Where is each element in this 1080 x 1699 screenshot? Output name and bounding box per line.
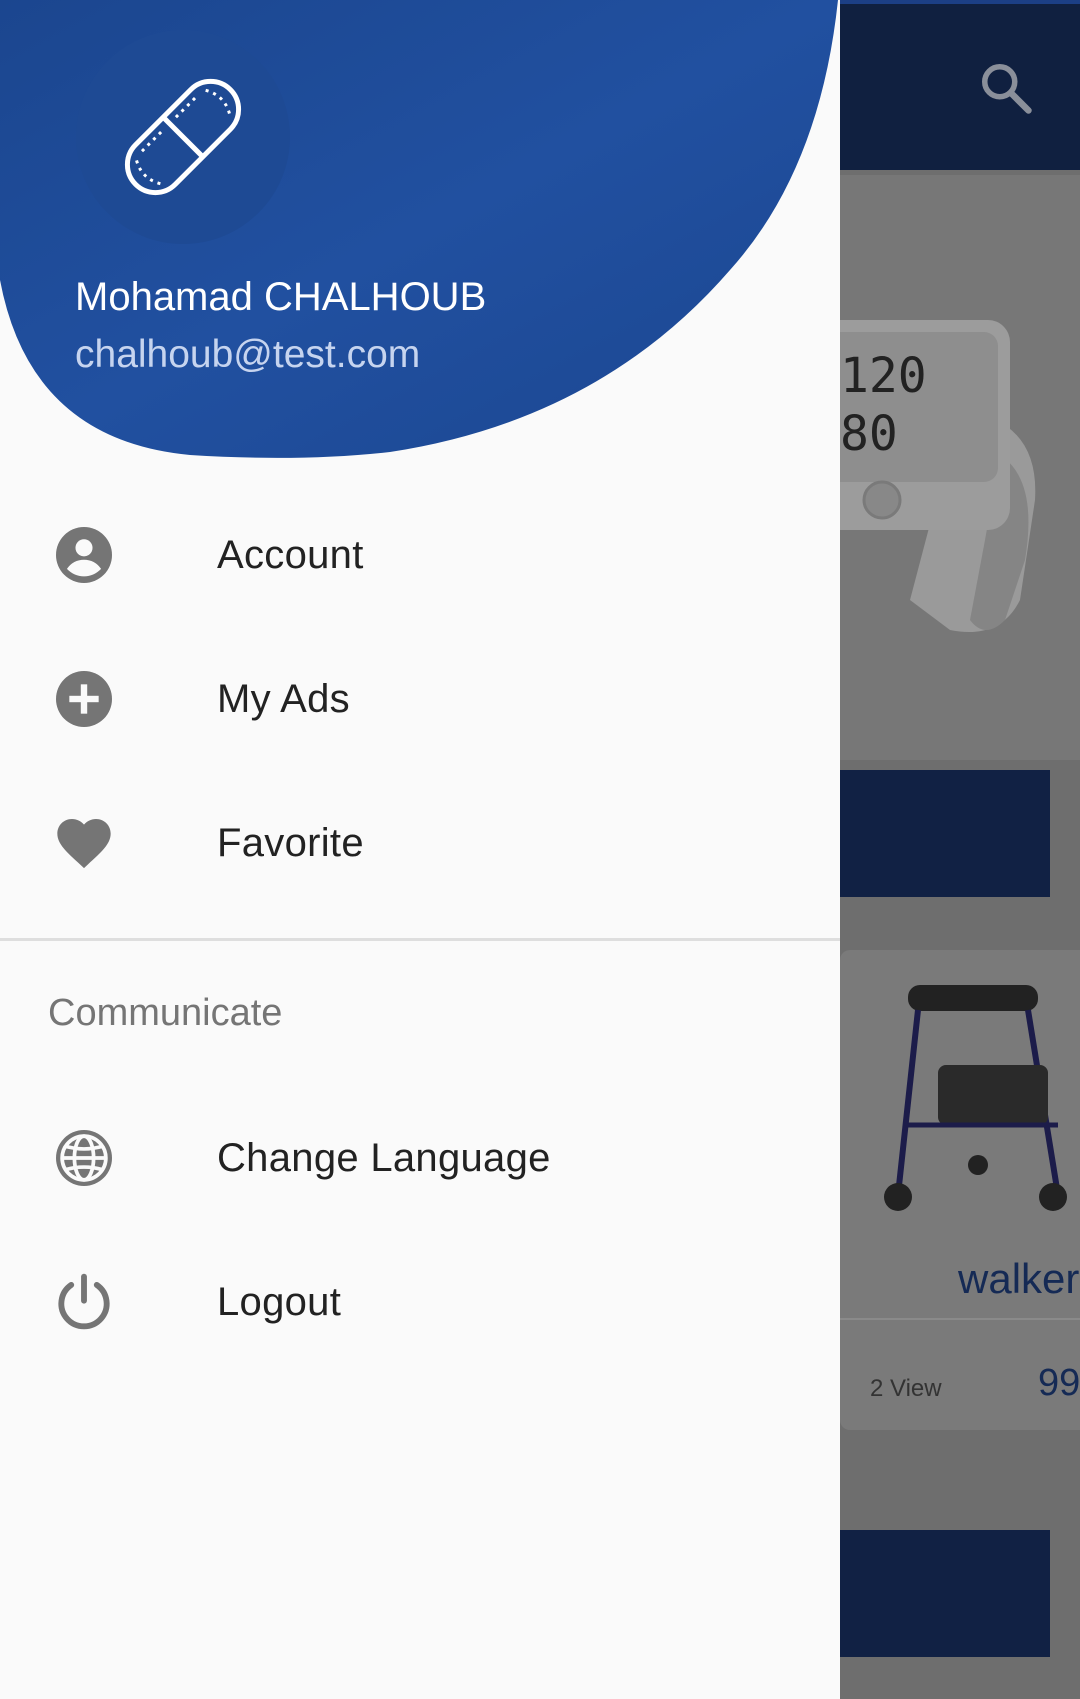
search-icon[interactable]	[976, 58, 1036, 118]
menu-item-favorite[interactable]: Favorite	[0, 778, 840, 908]
account-circle-icon	[56, 527, 112, 583]
globe-icon	[56, 1130, 112, 1186]
product-title: walker	[958, 1255, 1080, 1302]
section-title-communicate: Communicate	[48, 992, 283, 1034]
menu-item-logout[interactable]: Logout	[0, 1237, 840, 1367]
add-circle-icon	[56, 671, 112, 727]
card-divider	[840, 1318, 1080, 1320]
menu-label-logout: Logout	[217, 1280, 342, 1324]
card-action-button-2[interactable]	[840, 1530, 1050, 1657]
menu-item-change-language[interactable]: Change Language	[0, 1093, 840, 1223]
power-icon	[58, 1273, 110, 1330]
menu-item-my-ads[interactable]: My Ads	[0, 634, 840, 764]
card-action-button[interactable]	[840, 770, 1050, 897]
menu-item-account[interactable]: Account	[0, 490, 840, 620]
menu-label-favorite: Favorite	[217, 821, 364, 865]
user-email: chalhoub@test.com	[75, 333, 421, 376]
svg-text:80: 80	[840, 406, 898, 462]
svg-text:120: 120	[840, 348, 927, 404]
navigation-drawer: Mohamad CHALHOUB chalhoub@test.com Accou…	[0, 0, 840, 1699]
blood-pressure-monitor-image: 120 80	[810, 320, 1036, 632]
menu-divider	[0, 938, 840, 941]
menu-label-change-language: Change Language	[217, 1136, 551, 1180]
view-count: 2 View	[870, 1375, 942, 1402]
heart-icon	[57, 819, 111, 869]
pill-icon	[124, 78, 242, 196]
user-name: Mohamad CHALHOUB	[75, 275, 487, 319]
menu-label-account: Account	[217, 533, 364, 577]
app-logo	[76, 30, 290, 244]
product-price: 99	[1038, 1362, 1080, 1404]
walker-image	[884, 985, 1067, 1211]
drawer-header: Mohamad CHALHOUB chalhoub@test.com	[0, 0, 840, 460]
menu-label-my-ads: My Ads	[217, 677, 350, 721]
